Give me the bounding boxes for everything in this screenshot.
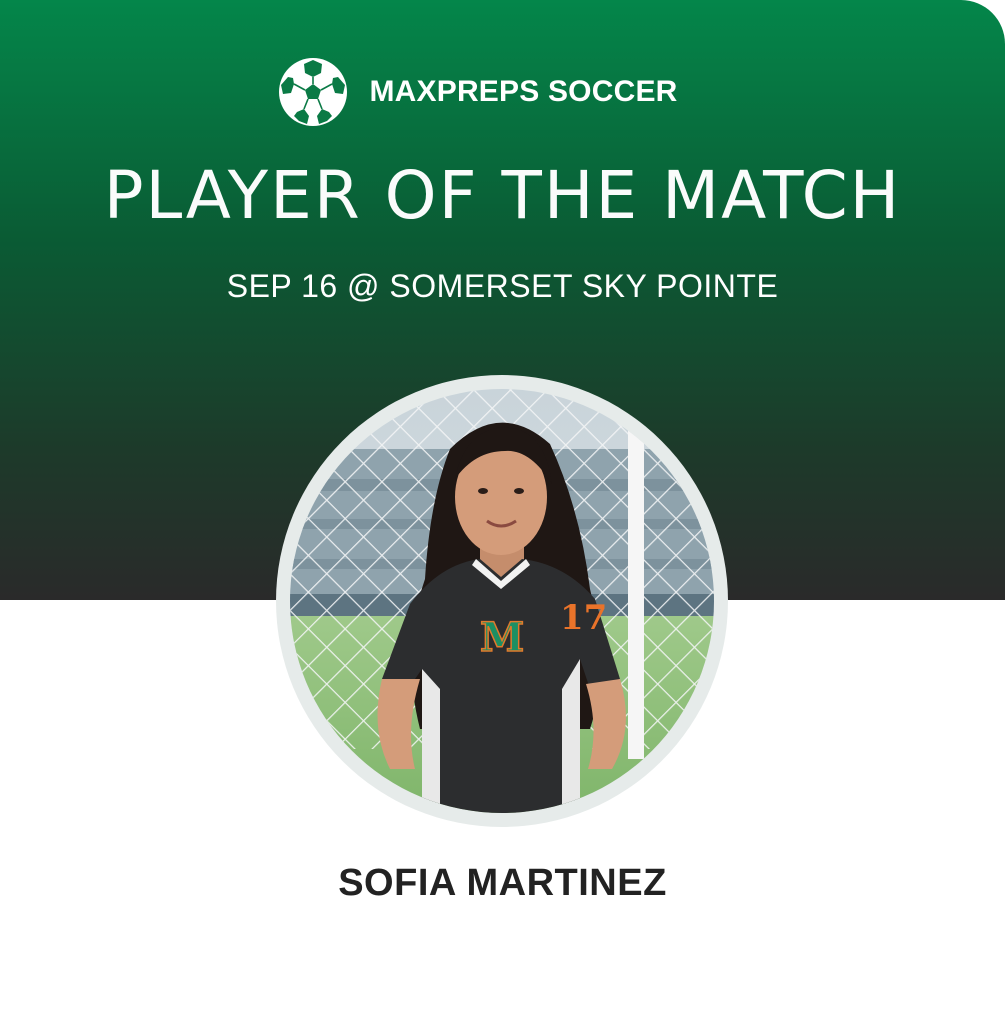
player-photo: M 17 [290,389,714,813]
title-text: PLAYER OF THE MATCH [103,157,902,234]
page-title: PLAYER OF THE MATCH [0,156,1005,236]
soccer-ball-icon [279,58,348,126]
player-name: SOFIA MARTINEZ [338,862,667,904]
match-subtitle: SEP 16 @ SOMERSET SKY POINTE [226,268,779,304]
jersey-letter: M [480,614,524,661]
player-of-match-card: MAXPREPS SOCCER PLAYER OF THE MATCH SEP … [0,0,1005,1020]
brand-header: MAXPREPS SOCCER [0,56,1005,128]
brand-name: MAXPREPS SOCCER [369,75,678,108]
jersey-number: 17 [560,598,607,638]
